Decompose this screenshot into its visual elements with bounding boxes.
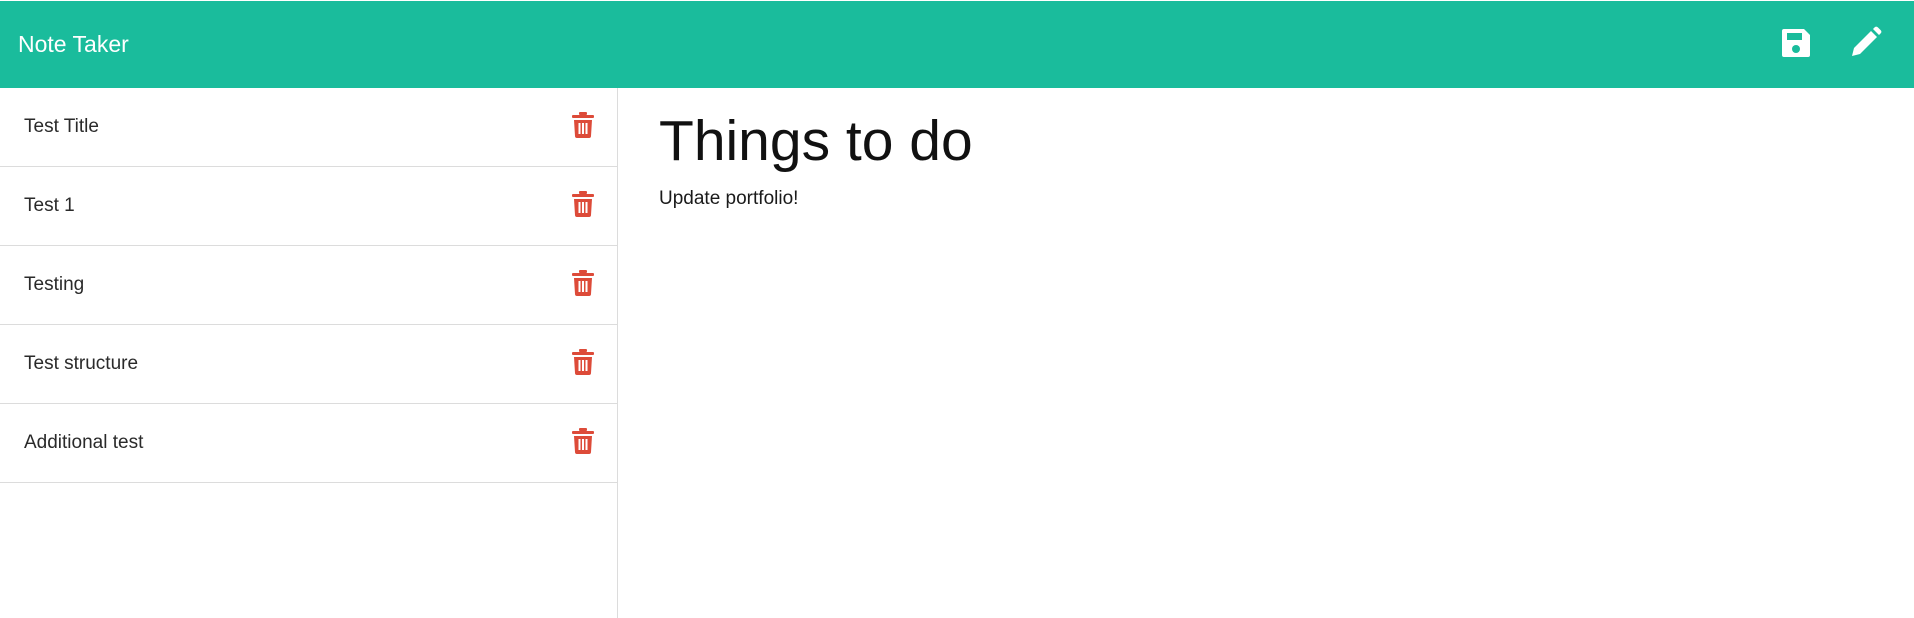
note-list-title[interactable]: Test 1 bbox=[24, 193, 75, 219]
delete-note-button[interactable] bbox=[572, 428, 594, 454]
note-list-panel: Test Title Test 1 Testing Test structure… bbox=[0, 88, 618, 618]
list-item[interactable]: Test Title bbox=[0, 88, 617, 167]
trash-icon bbox=[572, 349, 594, 375]
app-title[interactable]: Note Taker bbox=[18, 29, 129, 59]
list-item[interactable]: Testing bbox=[0, 246, 617, 325]
trash-icon bbox=[572, 428, 594, 454]
list-item[interactable]: Additional test bbox=[0, 404, 617, 483]
delete-note-button[interactable] bbox=[572, 191, 594, 217]
trash-icon bbox=[572, 270, 594, 296]
note-title-input[interactable] bbox=[659, 106, 1859, 176]
pencil-icon bbox=[1852, 26, 1882, 56]
note-list: Test Title Test 1 Testing Test structure… bbox=[0, 88, 617, 483]
trash-icon bbox=[572, 112, 594, 138]
save-icon bbox=[1782, 29, 1810, 57]
note-list-title[interactable]: Testing bbox=[24, 272, 84, 298]
note-list-title[interactable]: Test structure bbox=[24, 351, 138, 377]
note-text-area[interactable]: Update portfolio! bbox=[659, 186, 1859, 586]
note-list-title[interactable]: Additional test bbox=[24, 430, 143, 456]
save-note-button[interactable] bbox=[1778, 25, 1814, 61]
list-item[interactable]: Test structure bbox=[0, 325, 617, 404]
delete-note-button[interactable] bbox=[572, 270, 594, 296]
trash-icon bbox=[572, 191, 594, 217]
delete-note-button[interactable] bbox=[572, 112, 594, 138]
navbar: Note Taker bbox=[0, 0, 1914, 88]
new-note-button[interactable] bbox=[1847, 25, 1883, 61]
note-editor: Update portfolio! bbox=[618, 88, 1914, 618]
delete-note-button[interactable] bbox=[572, 349, 594, 375]
list-item[interactable]: Test 1 bbox=[0, 167, 617, 246]
note-list-title[interactable]: Test Title bbox=[24, 114, 99, 140]
